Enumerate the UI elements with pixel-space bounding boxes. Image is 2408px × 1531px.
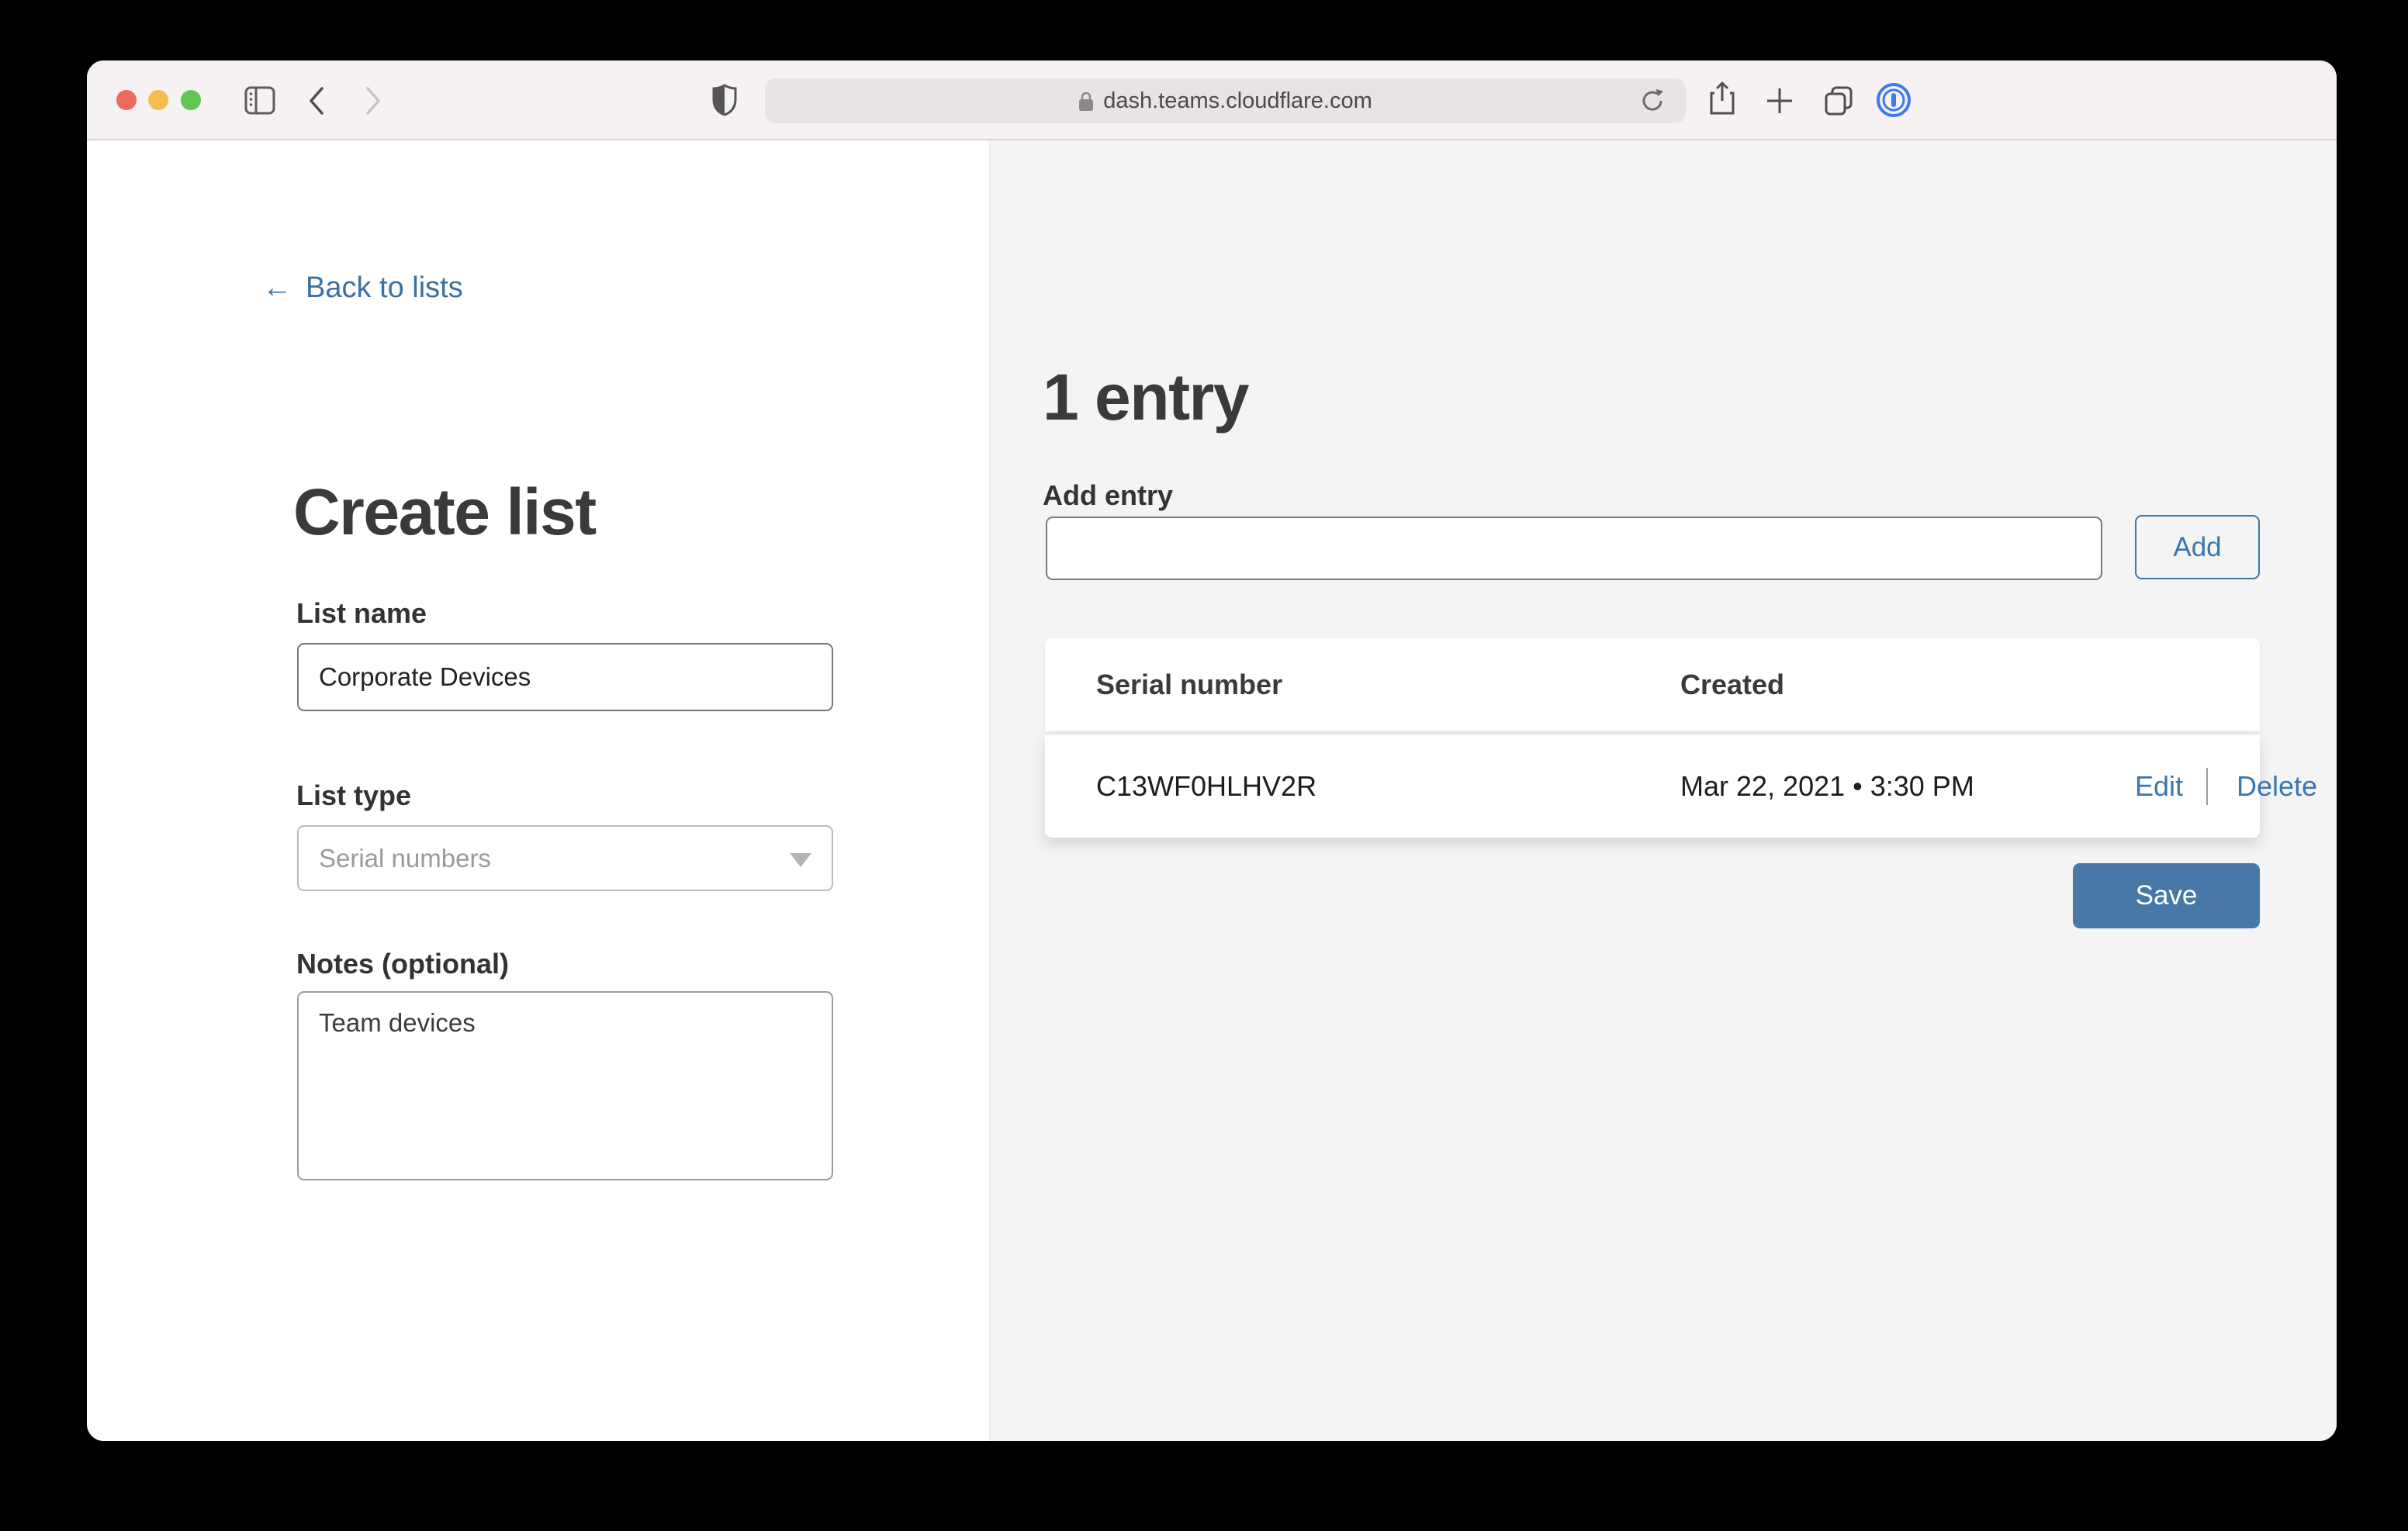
address-bar[interactable]: dash.teams.cloudflare.com [765,78,1686,123]
list-name-label: List name [296,597,427,630]
minimize-window-button[interactable] [148,90,168,110]
table-header: Serial number Created [1045,638,2260,731]
create-list-panel [87,140,989,1441]
back-button-icon[interactable] [308,86,325,116]
notes-label: Notes (optional) [296,948,509,980]
action-divider [2206,768,2208,805]
reload-icon[interactable] [1638,87,1666,115]
sidebar-toggle-icon[interactable] [244,86,275,115]
tls-lock-icon [1078,91,1094,112]
url-text: dash.teams.cloudflare.com [1103,88,1372,114]
back-to-lists-label: Back to lists [306,271,463,305]
list-name-input[interactable] [297,643,833,711]
back-arrow-icon: ← [262,271,292,305]
onepassword-extension-icon[interactable] [1876,82,1912,118]
chevron-down-icon [790,853,811,867]
browser-toolbar: dash.teams.cloudflare.com [87,60,2337,140]
save-button[interactable]: Save [2073,863,2260,928]
page-title: Create list [293,475,596,550]
entries-count-heading: 1 entry [1043,360,1248,435]
serial-number-column-header: Serial number [1096,638,1282,731]
created-cell: Mar 22, 2021 • 3:30 PM [1680,735,1974,838]
add-button[interactable]: Add [2135,515,2260,579]
list-type-label: List type [296,779,411,812]
share-icon[interactable] [1708,81,1736,116]
privacy-shield-icon[interactable] [712,84,737,116]
zoom-window-button[interactable] [181,90,201,110]
list-type-select[interactable]: Serial numbers [297,825,833,891]
edit-link[interactable]: Edit [2135,735,2183,838]
list-type-value: Serial numbers [319,844,491,873]
delete-link[interactable]: Delete [2237,735,2317,838]
table-row: C13WF0HLHV2R Mar 22, 2021 • 3:30 PM Edit… [1045,735,2260,838]
notes-textarea[interactable]: Team devices [297,991,833,1180]
close-window-button[interactable] [116,90,137,110]
new-tab-icon[interactable] [1766,87,1794,115]
serial-number-cell: C13WF0HLHV2R [1096,735,1316,838]
forward-button-icon[interactable] [365,86,382,116]
back-to-lists-link[interactable]: ← Back to lists [262,271,463,305]
tab-overview-icon[interactable] [1823,86,1854,116]
add-entry-input[interactable] [1046,517,2102,580]
browser-window: dash.teams.cloudflare.com [87,60,2337,1441]
add-entry-label: Add entry [1043,479,1173,512]
created-column-header: Created [1680,638,1784,731]
